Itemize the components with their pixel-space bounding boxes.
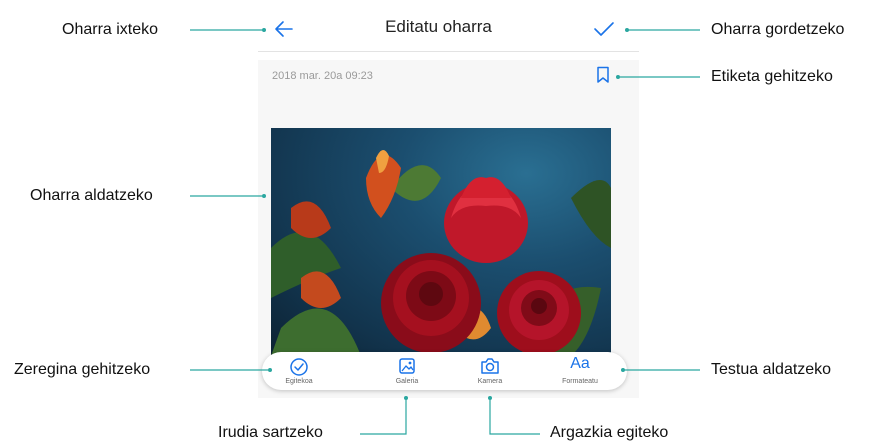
callout-task: Zeregina gehitzeko: [14, 361, 151, 378]
callout-text: Testua aldatzeko: [711, 361, 832, 378]
callout-photo: Argazkia egiteko: [550, 424, 669, 441]
callout-exit: Oharra ixteko: [62, 21, 159, 38]
callout-edit: Oharra aldatzeko: [30, 187, 153, 204]
callout-image: Irudia sartzeko: [218, 424, 323, 441]
callout-tag: Etiketa gehitzeko: [711, 68, 833, 85]
callout-save: Oharra gordetzeko: [711, 21, 845, 38]
